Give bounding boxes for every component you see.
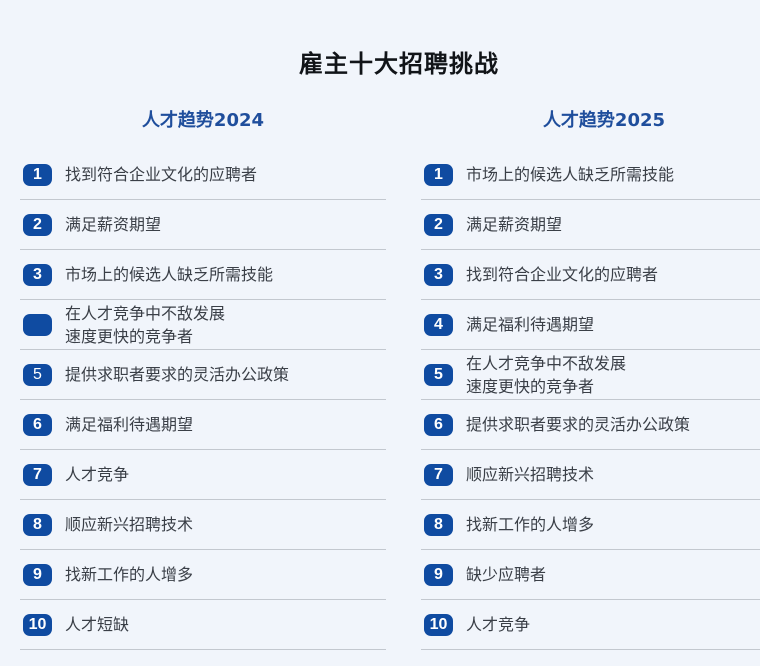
list-item: 3 市场上的候选人缺乏所需技能 [20, 250, 386, 300]
item-text: 满足薪资期望 [65, 215, 162, 234]
rank-badge: 6 [424, 413, 453, 436]
list-item: 7 人才竞争 [20, 450, 386, 500]
item-text: 人才竞争 [466, 615, 531, 634]
rank-badge: 9 [23, 563, 52, 586]
rank-badge: 10 [23, 613, 52, 636]
rank-badge: 8 [23, 513, 52, 536]
rank-badge: 5 [424, 363, 453, 386]
rank-badge: 1 [424, 163, 453, 186]
rank-badge: 7 [23, 463, 52, 486]
list-item: 6 提供求职者要求的灵活办公政策 [421, 400, 760, 450]
rank-badge: 2 [23, 213, 52, 236]
list-item: 10 人才竞争 [421, 600, 760, 650]
rank-badge: 6 [23, 413, 52, 436]
item-text: 提供求职者要求的灵活办公政策 [466, 415, 691, 434]
rank-badge [23, 313, 52, 336]
rank-badge: 3 [23, 263, 52, 286]
item-text: 顺应新兴招聘技术 [466, 465, 595, 484]
rank-badge: 7 [424, 463, 453, 486]
page-title: 雇主十大招聘挑战 [299, 50, 499, 78]
item-text: 市场上的候选人缺乏所需技能 [65, 265, 274, 284]
item-text: 在人才竞争中不敌发展 速度更快的竞争者 [65, 303, 226, 346]
rank-badge: 10 [424, 613, 453, 636]
rank-badge: 3 [424, 263, 453, 286]
rank-badge: 5 [23, 363, 52, 386]
list-item: 9 找新工作的人增多 [20, 550, 386, 600]
item-text: 满足薪资期望 [466, 215, 563, 234]
list-item: 6 满足福利待遇期望 [20, 400, 386, 450]
list-item: 5 在人才竞争中不敌发展 速度更快的竞争者 [421, 350, 760, 400]
item-text: 人才短缺 [65, 615, 130, 634]
list-item: 2 满足薪资期望 [421, 200, 760, 250]
item-text: 找到符合企业文化的应聘者 [65, 165, 258, 184]
list-item: 2 满足薪资期望 [20, 200, 386, 250]
trends-2024-column: 人才趋势2024 1 找到符合企业文化的应聘者 2 满足薪资期望 3 市场上的候选人缺… [20, 108, 386, 666]
list-item: 5 提供求职者要求的灵活办公政策 [20, 350, 386, 400]
item-text: 找到符合企业文化的应聘者 [466, 265, 659, 284]
item-text: 在人才竞争中不敌发展 速度更快的竞争者 [466, 353, 627, 396]
rank-badge: 1 [23, 163, 52, 186]
list-item: 在人才竞争中不敌发展 速度更快的竞争者 [20, 300, 386, 350]
list-item: 7 顺应新兴招聘技术 [421, 450, 760, 500]
rank-badge: 2 [424, 213, 453, 236]
list-item: 8 找新工作的人增多 [421, 500, 760, 550]
challenges-list-2024: 1 找到符合企业文化的应聘者 2 满足薪资期望 3 市场上的候选人缺乏所需技能 在人才… [20, 150, 386, 650]
rank-badge: 8 [424, 513, 453, 536]
list-item: 1 找到符合企业文化的应聘者 [20, 150, 386, 200]
item-text: 人才竞争 [65, 465, 130, 484]
item-text: 市场上的候选人缺乏所需技能 [466, 165, 675, 184]
item-text: 满足福利待遇期望 [466, 315, 595, 334]
list-item: 1 市场上的候选人缺乏所需技能 [421, 150, 760, 200]
item-text: 提供求职者要求的灵活办公政策 [65, 365, 290, 384]
item-text: 缺少应聘者 [466, 565, 547, 584]
list-item: 8 顺应新兴招聘技术 [20, 500, 386, 550]
list-item: 9 缺少应聘者 [421, 550, 760, 600]
item-text: 顺应新兴招聘技术 [65, 515, 194, 534]
column-header-2025: 人才趋势2025 [542, 110, 666, 131]
trends-2025-column: 人才趋势2025 1 市场上的候选人缺乏所需技能 2 满足薪资期望 3 找到符合企业文… [421, 108, 760, 666]
list-item: 4 满足福利待遇期望 [421, 300, 760, 350]
list-item: 3 找到符合企业文化的应聘者 [421, 250, 760, 300]
list-item: 10 人才短缺 [20, 600, 386, 650]
challenges-list-2025: 1 市场上的候选人缺乏所需技能 2 满足薪资期望 3 找到符合企业文化的应聘者 4 满足… [421, 150, 760, 650]
column-header-2024: 人才趋势2024 [141, 110, 265, 131]
rank-badge: 4 [424, 313, 453, 336]
item-text: 找新工作的人增多 [65, 565, 194, 584]
item-text: 满足福利待遇期望 [65, 415, 194, 434]
item-text: 找新工作的人增多 [466, 515, 595, 534]
rank-badge: 9 [424, 563, 453, 586]
